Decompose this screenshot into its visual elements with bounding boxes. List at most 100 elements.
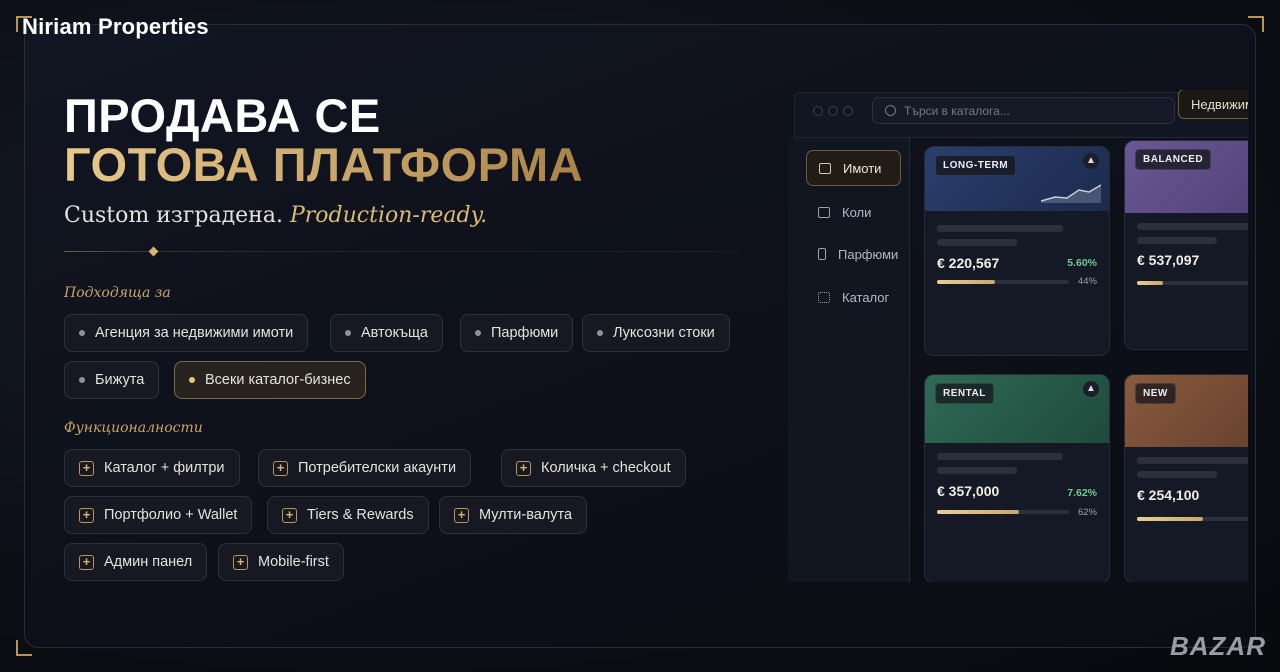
- chip-feature[interactable]: + Количка + checkout: [501, 449, 686, 487]
- chip-label: Потребителски акаунти: [298, 460, 457, 476]
- text-skeleton: [1137, 223, 1248, 230]
- chip-suitable[interactable]: Бижута: [64, 361, 160, 399]
- sidebar-item-cars[interactable]: Коли: [806, 194, 901, 230]
- card-image: NEW: [1125, 375, 1248, 447]
- bullet-icon: [79, 330, 85, 336]
- window-dot-icon: [843, 106, 853, 116]
- chip-label: Мулти-валута: [479, 507, 573, 523]
- home-icon: [819, 162, 831, 174]
- property-card[interactable]: RENTAL ▲ € 357,000 7.62% 62%: [924, 374, 1110, 582]
- card-change: 5.60%: [1067, 257, 1097, 269]
- chip-suitable-active[interactable]: Всеки каталог-бизнес: [174, 361, 366, 399]
- card-progress: [937, 280, 1069, 284]
- mockup-toolbar: Търси в каталога... Недвижим: [794, 90, 1248, 138]
- chip-label: Луксозни стоки: [613, 325, 715, 341]
- chip-feature[interactable]: + Tiers & Rewards: [267, 496, 429, 534]
- text-skeleton: [937, 225, 1063, 232]
- bullet-icon: [189, 377, 195, 383]
- chip-feature[interactable]: + Портфолио + Wallet: [64, 496, 253, 534]
- text-skeleton: [937, 453, 1063, 460]
- card-price: € 537,097: [1137, 252, 1200, 268]
- text-skeleton: [1137, 471, 1217, 478]
- headline-line2: ГОТОВА ПЛАТФОРМА: [64, 138, 584, 191]
- card-image: BALANCED: [1125, 141, 1248, 213]
- app-mockup: Търси в каталога... Недвижим Имоти Коли …: [788, 90, 1248, 582]
- bullet-icon: [597, 330, 603, 336]
- chip-feature[interactable]: + Мулти-валута: [439, 496, 588, 534]
- section-title-suitable: Подходяща за: [64, 285, 171, 301]
- property-card[interactable]: NEW € 254,100: [1124, 374, 1248, 582]
- sidebar-item-properties[interactable]: Имоти: [806, 150, 901, 186]
- subtitle-italic: Production-ready.: [289, 203, 488, 228]
- trend-chart-icon: [1041, 184, 1101, 203]
- property-card[interactable]: LONG-TERM ▲ € 220,567 5.60% 44%: [924, 146, 1110, 356]
- card-price: € 254,100: [1137, 487, 1200, 503]
- chip-suitable[interactable]: Агенция за недвижими имоти: [64, 314, 309, 352]
- card-tag: NEW: [1135, 383, 1176, 404]
- card-tag: BALANCED: [1135, 149, 1212, 170]
- plus-icon: +: [79, 554, 94, 570]
- chip-feature[interactable]: + Каталог + филтри: [64, 449, 240, 487]
- card-image: RENTAL ▲: [925, 375, 1109, 443]
- search-icon: [885, 105, 896, 116]
- subtitle-plain: Custom изградена.: [64, 203, 283, 228]
- chip-label: Всеки каталог-бизнес: [205, 372, 351, 388]
- card-price: € 220,567: [937, 255, 1000, 271]
- chip-feature[interactable]: + Админ панел: [64, 543, 208, 581]
- subtitle: Custom изградена. Production-ready.: [64, 203, 487, 228]
- card-progress: [937, 510, 1069, 514]
- chip-suitable[interactable]: Автокъща: [330, 314, 443, 352]
- chip-label: Бижута: [95, 372, 145, 388]
- plus-icon: +: [233, 554, 248, 570]
- chevron-up-icon[interactable]: ▲: [1083, 381, 1099, 397]
- sidebar-item-catalog[interactable]: Каталог: [806, 279, 901, 315]
- window-dot-icon: [813, 106, 823, 116]
- plus-icon: +: [79, 460, 94, 476]
- car-icon: [818, 206, 830, 218]
- sidebar-item-label: Каталог: [842, 289, 890, 305]
- mockup-sidebar: Имоти Коли Парфюми Каталог: [788, 138, 910, 582]
- plus-icon: +: [282, 507, 297, 523]
- progress-fill: [937, 510, 1019, 514]
- text-skeleton: [1137, 457, 1248, 464]
- text-skeleton: [1137, 237, 1217, 244]
- chip-label: Количка + checkout: [541, 460, 671, 476]
- chip-suitable[interactable]: Луксозни стоки: [582, 314, 730, 352]
- chip-suitable[interactable]: Парфюми: [460, 314, 574, 352]
- property-card[interactable]: BALANCED € 537,097: [1124, 140, 1248, 350]
- sidebar-item-perfumes[interactable]: Парфюми: [806, 236, 901, 272]
- section-title-features: Функционалности: [64, 420, 203, 436]
- card-progress: [1137, 281, 1248, 285]
- window-dot-icon: [828, 106, 838, 116]
- plus-icon: +: [79, 507, 94, 523]
- sidebar-item-label: Имоти: [843, 160, 882, 176]
- chip-feature[interactable]: + Потребителски акаунти: [258, 449, 472, 487]
- watermark-logo: BAZAR: [1170, 631, 1266, 661]
- sidebar-item-label: Коли: [842, 204, 872, 220]
- chip-label: Tiers & Rewards: [307, 507, 414, 523]
- corner-ornament: [1248, 16, 1264, 32]
- card-image: LONG-TERM ▲: [925, 147, 1109, 211]
- bullet-icon: [475, 330, 481, 336]
- progress-fill: [937, 280, 996, 284]
- search-placeholder: Търси в каталога...: [904, 103, 1010, 118]
- plus-icon: +: [273, 460, 288, 476]
- chip-label: Админ панел: [104, 554, 193, 570]
- chip-label: Парфюми: [491, 325, 559, 341]
- category-button[interactable]: Недвижим: [1178, 90, 1248, 119]
- divider: [64, 251, 740, 252]
- chip-label: Автокъща: [361, 325, 428, 341]
- chip-feature[interactable]: + Mobile-first: [218, 543, 344, 581]
- progress-fill: [1137, 281, 1164, 285]
- search-input[interactable]: Търси в каталога...: [872, 97, 1175, 124]
- card-progress-label: 62%: [1077, 507, 1097, 518]
- chevron-up-icon[interactable]: ▲: [1083, 153, 1099, 169]
- chip-label: Каталог + филтри: [104, 460, 225, 476]
- card-progress: [1137, 517, 1248, 521]
- sidebar-item-label: Парфюми: [838, 246, 899, 262]
- text-skeleton: [937, 467, 1017, 474]
- bullet-icon: [79, 377, 85, 383]
- headline-line1: ПРОДАВА СЕ: [64, 89, 381, 142]
- brand-title: Niriam Properties: [22, 14, 209, 39]
- card-tag: LONG-TERM: [935, 155, 1017, 176]
